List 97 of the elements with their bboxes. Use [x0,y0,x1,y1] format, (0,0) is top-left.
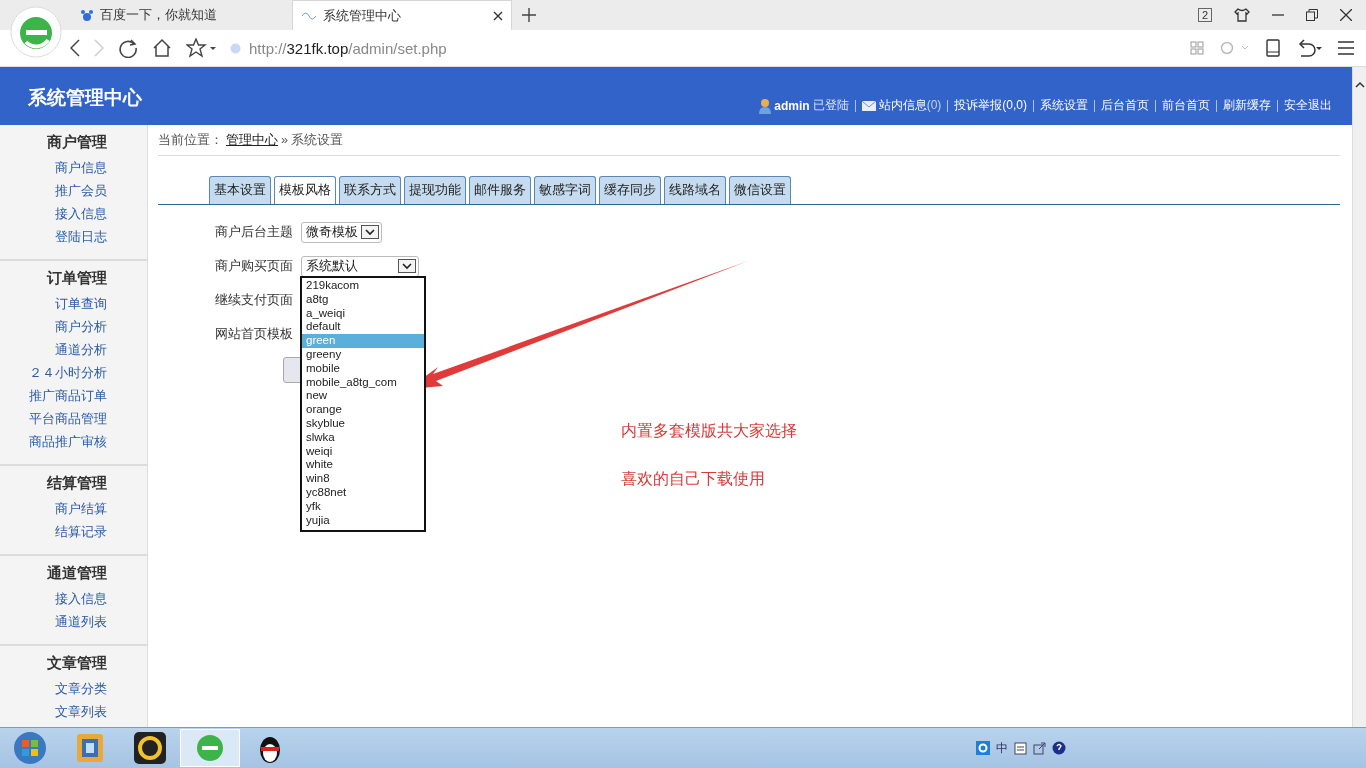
dropdown-option[interactable]: mobile_a8tg_com [302,375,424,390]
mail-icon [861,100,876,111]
sidebar-link[interactable]: ２４小时分析 [29,362,107,385]
dropdown-option[interactable]: greeny [302,348,424,362]
settings-tab[interactable]: 联系方式 [339,176,401,204]
select-field[interactable]: 系统默认 [301,255,419,277]
sidebar-link[interactable]: 商户结算 [55,498,107,521]
header-link[interactable]: 安全退出 [1284,97,1332,114]
dropdown-option[interactable]: yfk [302,499,424,514]
dropdown-option[interactable]: weiqi [302,444,424,459]
dropdown-option[interactable]: 219kacom [302,279,424,293]
breadcrumb-link[interactable]: 管理中心 [226,131,278,149]
dropdown-option[interactable]: slwka [302,430,424,445]
annotation-text: 喜欢的自己下载使用 [621,469,765,489]
sidebar-link[interactable]: 结算记录 [55,521,107,544]
menu-icon[interactable] [1338,40,1354,56]
annotation-text: 内置多套模版共大家选择 [621,421,797,441]
help-icon[interactable] [1052,741,1066,755]
breadcrumb-label: 当前位置： [158,131,223,149]
username: admin [774,98,810,113]
settings-tab[interactable]: 敏感字词 [534,176,596,204]
dropdown-option[interactable]: win8 [302,472,424,486]
browser-logo-icon[interactable] [10,6,62,58]
reload-icon[interactable] [118,38,138,58]
input-method-indicator[interactable]: 中 [996,739,1008,757]
sidebar-link[interactable]: 商户信息 [55,157,107,180]
login-status: 已登陆 [812,97,849,114]
site-title: 系统管理中心 [28,86,142,110]
browser-tab[interactable]: 百度一下，你就知道 [72,0,292,30]
sidebar-link[interactable]: 接入信息 [55,203,107,226]
site-favicon-icon [301,9,317,22]
settings-tab[interactable]: 模板风格 [274,176,336,204]
scroll-up-icon[interactable] [1354,81,1365,88]
address-field[interactable]: http://321fk.top/admin/set.php [249,39,447,57]
window-count-badge[interactable]: 2 [1197,8,1212,22]
document-icon[interactable] [1014,741,1027,755]
share-icon[interactable] [1033,741,1046,755]
dropdown-option[interactable]: white [302,458,424,473]
browser-tab[interactable]: 系统管理中心 [292,0,512,30]
header-link[interactable]: 后台首页 [1101,97,1149,114]
settings-tab[interactable]: 邮件服务 [469,176,531,204]
field-label: 商户后台主题 [215,223,293,241]
sidebar-link[interactable]: 通道列表 [55,611,107,634]
sidebar-link[interactable]: 通道分析 [55,339,107,362]
sidebar-link[interactable]: 登陆日志 [55,226,107,249]
settings-tab[interactable]: 线路域名 [664,176,726,204]
sidebar-group-title: 订单管理 [47,269,107,288]
dropdown-option[interactable]: a_weiqi [302,306,424,321]
close-icon[interactable] [493,10,503,21]
paw-icon [80,8,94,22]
sidebar-group-title: 结算管理 [47,474,107,493]
tablet-icon[interactable] [1266,39,1280,57]
sidebar-group-title: 通道管理 [47,564,107,583]
field-label: 商户购买页面 [215,257,293,275]
sidebar-link[interactable]: 推广会员 [55,180,107,203]
header-link[interactable]: 前台首页 [1162,97,1210,114]
dropdown-option[interactable]: default [302,320,424,335]
search-app-icon[interactable] [976,741,990,755]
new-tab-icon[interactable] [522,8,536,22]
back-icon[interactable] [70,39,80,57]
settings-tab[interactable]: 微信设置 [729,176,791,204]
sidebar-group-title: 商户管理 [47,133,107,152]
sidebar-group-title: 文章管理 [47,654,107,673]
sidebar-link[interactable]: 商品推广审核 [29,431,107,454]
close-icon[interactable] [1340,9,1352,21]
sidebar-link[interactable]: 接入信息 [55,588,107,611]
breadcrumb-separator: » [281,133,288,147]
dropdown-option[interactable]: yujia [302,513,424,528]
sidebar-link[interactable]: 平台商品管理 [29,408,107,431]
user-icon [758,97,773,114]
dropdown-option[interactable]: skyblue [302,416,424,431]
bookmark-star-icon[interactable] [186,38,216,58]
restore-icon[interactable] [1306,9,1318,21]
header-link[interactable]: 站内信息(0) [878,97,942,114]
settings-tab[interactable]: 缓存同步 [599,176,661,204]
select-field[interactable]: 微奇模板 [301,221,382,243]
sidebar-link[interactable]: 文章分类 [55,678,107,701]
field-label: 继续支付页面 [215,291,293,309]
sidebar-link[interactable]: 商户分析 [55,316,107,339]
dropdown-option[interactable]: orange [302,403,424,417]
field-label: 网站首页模板 [215,325,293,343]
dropdown-option[interactable]: a8tg [302,292,424,307]
home-icon[interactable] [152,38,172,58]
settings-tab[interactable]: 提现功能 [404,176,466,204]
sidebar-link[interactable]: 订单查询 [55,293,107,316]
header-link[interactable]: 投诉举报(0,0) [954,97,1027,114]
sidebar-link[interactable]: 文章列表 [55,701,107,724]
dropdown-option[interactable]: yc88net [302,485,424,500]
header-link[interactable]: 刷新缓存 [1223,97,1271,114]
settings-tab[interactable]: 基本设置 [209,176,271,204]
breadcrumb-current: 系统设置 [290,131,343,149]
dropdown-option[interactable]: mobile [302,361,424,376]
shirt-icon[interactable] [1234,8,1250,22]
dropdown-option[interactable]: new [302,389,424,404]
header-link[interactable]: 系统设置 [1040,97,1088,114]
undo-icon[interactable] [1296,39,1322,57]
sidebar-link[interactable]: 推广商品订单 [29,385,107,408]
